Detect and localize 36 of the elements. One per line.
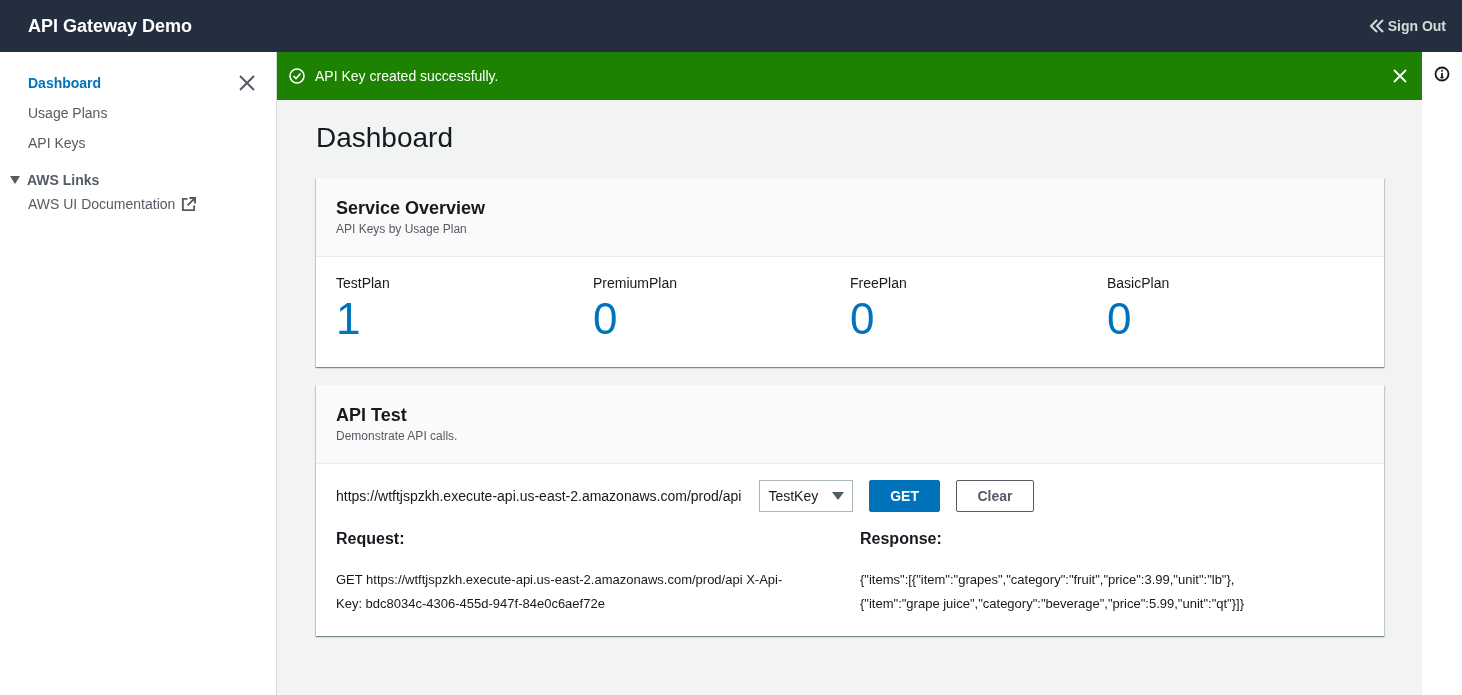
page-title: Dashboard bbox=[316, 122, 454, 154]
get-button[interactable]: GET bbox=[869, 480, 940, 512]
close-icon[interactable] bbox=[238, 74, 256, 92]
key-select[interactable]: TestKey bbox=[759, 480, 854, 512]
external-link-icon bbox=[181, 196, 197, 212]
nav-link[interactable]: AWS UI Documentation bbox=[0, 196, 225, 212]
plan-name: PremiumPlan bbox=[593, 275, 679, 291]
info-icon[interactable] bbox=[1434, 66, 1450, 82]
caret-icon bbox=[832, 491, 845, 501]
app-title: API Gateway Demo bbox=[28, 15, 193, 37]
nav-link[interactable]: Usage Plans bbox=[0, 102, 136, 132]
plan-key-count: 0 bbox=[850, 293, 876, 345]
response-text: {"items":[{"item":"grapes","category":"fruit","price":3.99,"unit":"lb"},{"item":"grape juice","category":"beverage","price":5.99,"unit":"qt"}]} bbox=[860, 571, 1246, 613]
card-subtitle: Demonstrate API calls. bbox=[336, 429, 459, 443]
request-text: GET https://wtftjspzkh.execute-api.us-east-2.amazonaws.com/prod/api X-Api-Key: bdc8034c-4306-455d-947f-84e0c6aef72e bbox=[336, 571, 784, 613]
clear-button[interactable]: Clear bbox=[956, 480, 1034, 512]
plan-name: FreePlan bbox=[850, 275, 908, 291]
section-toggle[interactable]: AWS Links bbox=[9, 172, 100, 188]
plan-key-count: 0 bbox=[593, 293, 619, 345]
plan-name: BasicPlan bbox=[1107, 275, 1171, 291]
double-chevron-left-icon bbox=[1369, 19, 1384, 33]
nav-link[interactable]: API Keys bbox=[0, 132, 114, 162]
plan-name: TestPlan bbox=[336, 275, 391, 291]
request-label: Request: bbox=[336, 530, 406, 548]
caret-icon bbox=[9, 174, 21, 186]
api-url: https://wtftjspzkh.execute-api.us-east-2.amazonaws.com/prod/api bbox=[336, 488, 742, 504]
nav-link[interactable]: Dashboard bbox=[0, 72, 130, 102]
flash-message: API Key created successfully. bbox=[315, 68, 500, 84]
plan-key-count: 1 bbox=[336, 293, 362, 345]
card-title: Service Overview bbox=[336, 198, 487, 219]
response-label: Response: bbox=[860, 530, 943, 548]
card-title: API Test bbox=[336, 405, 408, 426]
card-subtitle: API Keys by Usage Plan bbox=[336, 222, 468, 236]
sign-out-link[interactable]: Sign Out bbox=[1369, 18, 1446, 34]
check-circle-icon bbox=[289, 68, 305, 84]
plan-key-count: 0 bbox=[1107, 293, 1133, 345]
